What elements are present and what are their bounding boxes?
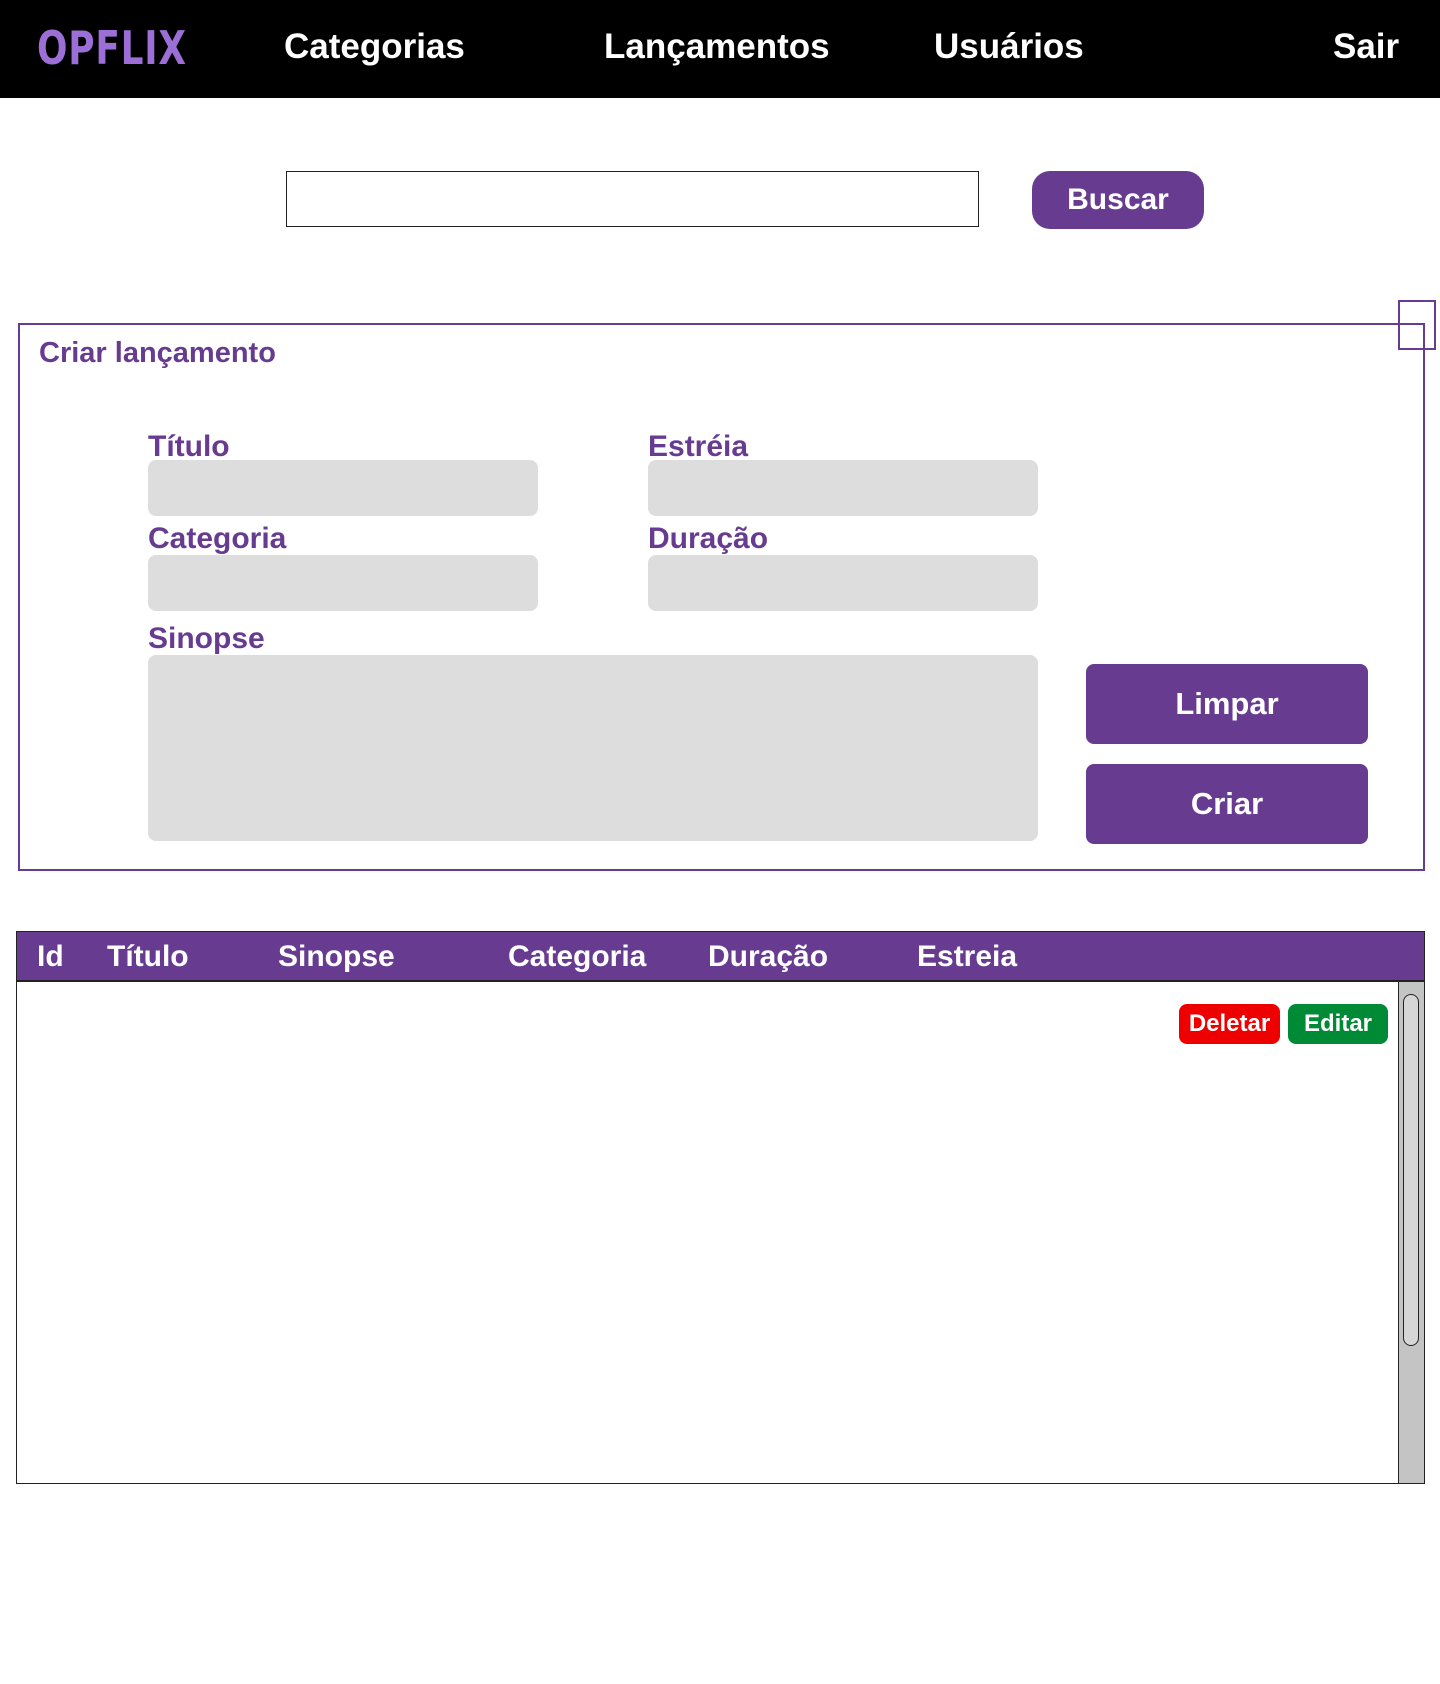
estreia-input[interactable]: [648, 460, 1038, 516]
brand-logo[interactable]: OPFLIX: [37, 20, 187, 76]
categoria-label: Categoria: [148, 522, 287, 555]
form-title: Criar lançamento: [39, 337, 276, 369]
edit-button[interactable]: Editar: [1288, 1004, 1388, 1044]
titulo-input[interactable]: [148, 460, 538, 516]
estreia-label: Estréia: [648, 430, 749, 463]
nav-link-usuarios[interactable]: Usuários: [934, 24, 1084, 70]
nav-link-categorias[interactable]: Categorias: [284, 24, 465, 70]
delete-button[interactable]: Deletar: [1179, 1004, 1280, 1044]
column-header-duracao: Duração: [708, 940, 829, 973]
duracao-label: Duração: [648, 522, 769, 555]
categoria-input[interactable]: [148, 555, 538, 611]
nav-link-lancamentos[interactable]: Lançamentos: [604, 24, 830, 70]
column-header-titulo: Título: [107, 940, 189, 973]
titulo-label: Título: [148, 430, 230, 463]
clear-button[interactable]: Limpar: [1086, 664, 1368, 744]
nav-link-sair[interactable]: Sair: [1333, 24, 1399, 70]
scrollbar-thumb[interactable]: [1403, 994, 1419, 1346]
search-button[interactable]: Buscar: [1032, 171, 1204, 229]
column-header-id: Id: [37, 940, 64, 973]
column-header-estreia: Estreia: [917, 940, 1018, 973]
column-header-sinopse: Sinopse: [278, 940, 395, 973]
sinopse-textarea[interactable]: [148, 655, 1038, 841]
sinopse-label: Sinopse: [148, 622, 265, 655]
panel-corner-box: [1398, 300, 1436, 350]
search-input[interactable]: [286, 171, 979, 227]
create-button[interactable]: Criar: [1086, 764, 1368, 844]
duracao-input[interactable]: [648, 555, 1038, 611]
column-header-categoria: Categoria: [508, 940, 647, 973]
